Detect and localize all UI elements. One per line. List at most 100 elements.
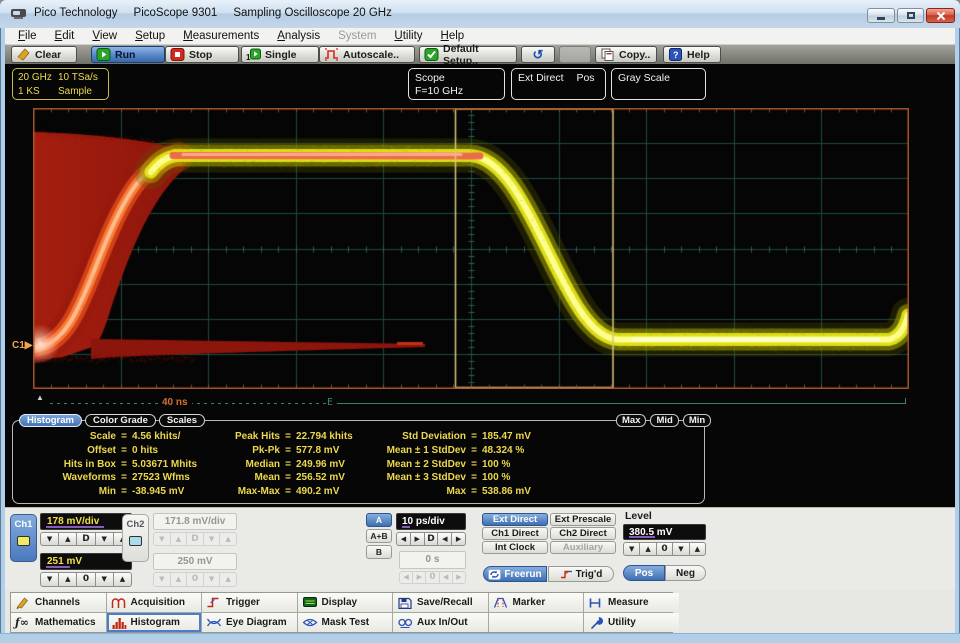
menu-view[interactable]: View: [83, 30, 126, 42]
bottom-menu-save-recall[interactable]: Save/Recall: [393, 593, 488, 612]
spin-set-0-button[interactable]: 0: [77, 572, 95, 587]
close-icon: [936, 11, 946, 21]
menu-help[interactable]: Help: [432, 30, 474, 42]
scope-mode-box[interactable]: Scope F=10 GHz: [408, 68, 505, 100]
trigd-button[interactable]: Trig'd: [548, 566, 614, 582]
bottom-menu-mathematics[interactable]: ƒ∞Mathematics: [11, 613, 106, 632]
tab-scales[interactable]: Scales: [159, 414, 205, 427]
spin-up-button[interactable]: ▲: [114, 572, 132, 587]
bottom-menu-measure[interactable]: Measure: [584, 593, 679, 612]
help-button[interactable]: ? Help: [663, 46, 721, 63]
ch1-offset-display[interactable]: 251 mV: [40, 553, 132, 570]
ch1-scale-display[interactable]: 178 mV/div: [40, 513, 132, 530]
menu-system[interactable]: System: [329, 30, 385, 42]
delay-start-marker[interactable]: ▲: [36, 393, 44, 402]
spin-up-button[interactable]: ▲: [690, 542, 706, 556]
bottom-menu-mask-test[interactable]: Mask Test: [298, 613, 393, 632]
minimize-button[interactable]: [867, 8, 895, 23]
spin-down-button[interactable]: ▼: [40, 532, 59, 546]
ch2-scale-spinner: ▼▲D▼▲: [153, 532, 237, 546]
menu-setup[interactable]: Setup: [126, 30, 174, 42]
freerun-button[interactable]: Freerun: [483, 566, 547, 582]
copy-button[interactable]: Copy..: [595, 46, 657, 63]
spin-up-button[interactable]: ▲: [640, 542, 656, 556]
panel-min-button[interactable]: Min: [683, 414, 711, 427]
bottom-menu-aux-in-out[interactable]: Aux In/Out: [393, 613, 488, 632]
autoscale-button[interactable]: Autoscale..: [319, 46, 415, 63]
timebase-mode-b[interactable]: B: [366, 545, 392, 559]
channel1-marker[interactable]: C1▶: [12, 340, 32, 351]
ch2-offset-spinner: ▼▲0▼▲: [153, 572, 237, 587]
menu-utility[interactable]: Utility: [385, 30, 431, 42]
trigger-source-ch1-direct[interactable]: Ch1 Direct: [482, 527, 548, 540]
menu-edit[interactable]: Edit: [46, 30, 84, 42]
spin-set-0-button[interactable]: 0: [657, 542, 673, 556]
menu-measurements[interactable]: Measurements: [174, 30, 268, 42]
panel-mid-button[interactable]: Mid: [650, 414, 678, 427]
eye-icon: [206, 616, 222, 629]
spin-down-button[interactable]: ▼: [96, 532, 114, 546]
run-label: Run: [115, 49, 135, 61]
default-setup-label: Default Setup..: [443, 43, 512, 67]
trigger-source-int-clock[interactable]: Int Clock: [482, 541, 548, 554]
spin-up-button[interactable]: ▲: [59, 532, 77, 546]
copy-label: Copy..: [619, 49, 650, 61]
toolbar: Clear Run Stop 1 Single Autoscale.. Defa…: [5, 45, 955, 64]
timebase-scale-display[interactable]: 10 ps/div: [396, 513, 466, 530]
spin-set-d-button[interactable]: D: [425, 532, 439, 546]
trigger-source-label: Ext Direct: [518, 72, 564, 84]
timebase-span-end-tick: [905, 398, 906, 404]
spin-down-button[interactable]: ▼: [96, 572, 114, 587]
spin-left-button[interactable]: ◀: [438, 532, 452, 546]
spin-down-button: ▼: [153, 572, 171, 587]
panel-max-button[interactable]: Max: [616, 414, 646, 427]
ch2-scale-display: 171.8 mV/div: [153, 513, 237, 530]
color-grade-box[interactable]: Gray Scale: [611, 68, 706, 100]
ch1-offset-indicator: [46, 566, 70, 568]
bottom-menu-marker[interactable]: Marker: [489, 593, 584, 612]
stop-button[interactable]: Stop: [165, 46, 239, 63]
single-play-icon: 1: [246, 48, 261, 61]
trigger-level-display[interactable]: 380.5 mV: [623, 524, 706, 540]
slope-neg-button[interactable]: Neg: [665, 565, 706, 581]
undo-button[interactable]: ↺: [521, 46, 555, 63]
spin-down-button[interactable]: ▼: [673, 542, 689, 556]
timebase-end-marker: E: [327, 397, 333, 408]
tab-color-grade[interactable]: Color Grade: [85, 414, 156, 427]
trigger-source-ext-direct[interactable]: Ext Direct: [482, 513, 548, 526]
bottom-menu-channels[interactable]: Channels: [11, 593, 106, 612]
channel1-button[interactable]: Ch1: [10, 514, 37, 562]
spin-down-button[interactable]: ▼: [623, 542, 640, 556]
channel2-button[interactable]: Ch2: [122, 514, 149, 562]
single-button[interactable]: 1 Single: [241, 46, 319, 63]
close-button[interactable]: [926, 8, 955, 23]
bottom-menu-display[interactable]: Display: [298, 593, 393, 612]
bottom-menu-utility[interactable]: Utility: [584, 613, 679, 632]
tab-histogram[interactable]: Histogram: [19, 414, 82, 427]
spin-set-d-button[interactable]: D: [77, 532, 95, 546]
timebase-mode-a[interactable]: A: [366, 513, 392, 527]
menu-file[interactable]: File: [9, 30, 46, 42]
bottom-menu-eye-diagram[interactable]: Eye Diagram: [202, 613, 297, 632]
slope-pos-button[interactable]: Pos: [623, 565, 665, 581]
bottom-menu-label: Marker: [513, 597, 546, 608]
default-setup-button[interactable]: Default Setup..: [419, 46, 517, 63]
spin-right-button[interactable]: ▶: [452, 532, 466, 546]
maximize-button[interactable]: [897, 8, 924, 23]
bottom-menu-trigger[interactable]: Trigger: [202, 593, 297, 612]
bottom-menu-histogram[interactable]: Histogram: [107, 613, 202, 632]
clear-button[interactable]: Clear: [11, 46, 77, 63]
spin-down-button[interactable]: ▼: [40, 572, 59, 587]
spin-right-button[interactable]: ▶: [411, 532, 425, 546]
timebase-mode-a-b[interactable]: A+B: [366, 529, 392, 543]
trigger-source-ch2-direct[interactable]: Ch2 Direct: [550, 527, 616, 540]
menu-analysis[interactable]: Analysis: [268, 30, 329, 42]
trigger-source-ext-prescale[interactable]: Ext Prescale: [550, 513, 616, 526]
level-label: Level: [625, 510, 652, 522]
trigger-status-box[interactable]: Ext Direct Pos: [511, 68, 606, 100]
spin-up-button[interactable]: ▲: [59, 572, 77, 587]
spin-left-button[interactable]: ◀: [396, 532, 411, 546]
run-button[interactable]: Run: [91, 46, 165, 63]
bottom-menu-acquisition[interactable]: Acquisition: [107, 593, 202, 612]
scope-canvas[interactable]: [33, 108, 909, 389]
